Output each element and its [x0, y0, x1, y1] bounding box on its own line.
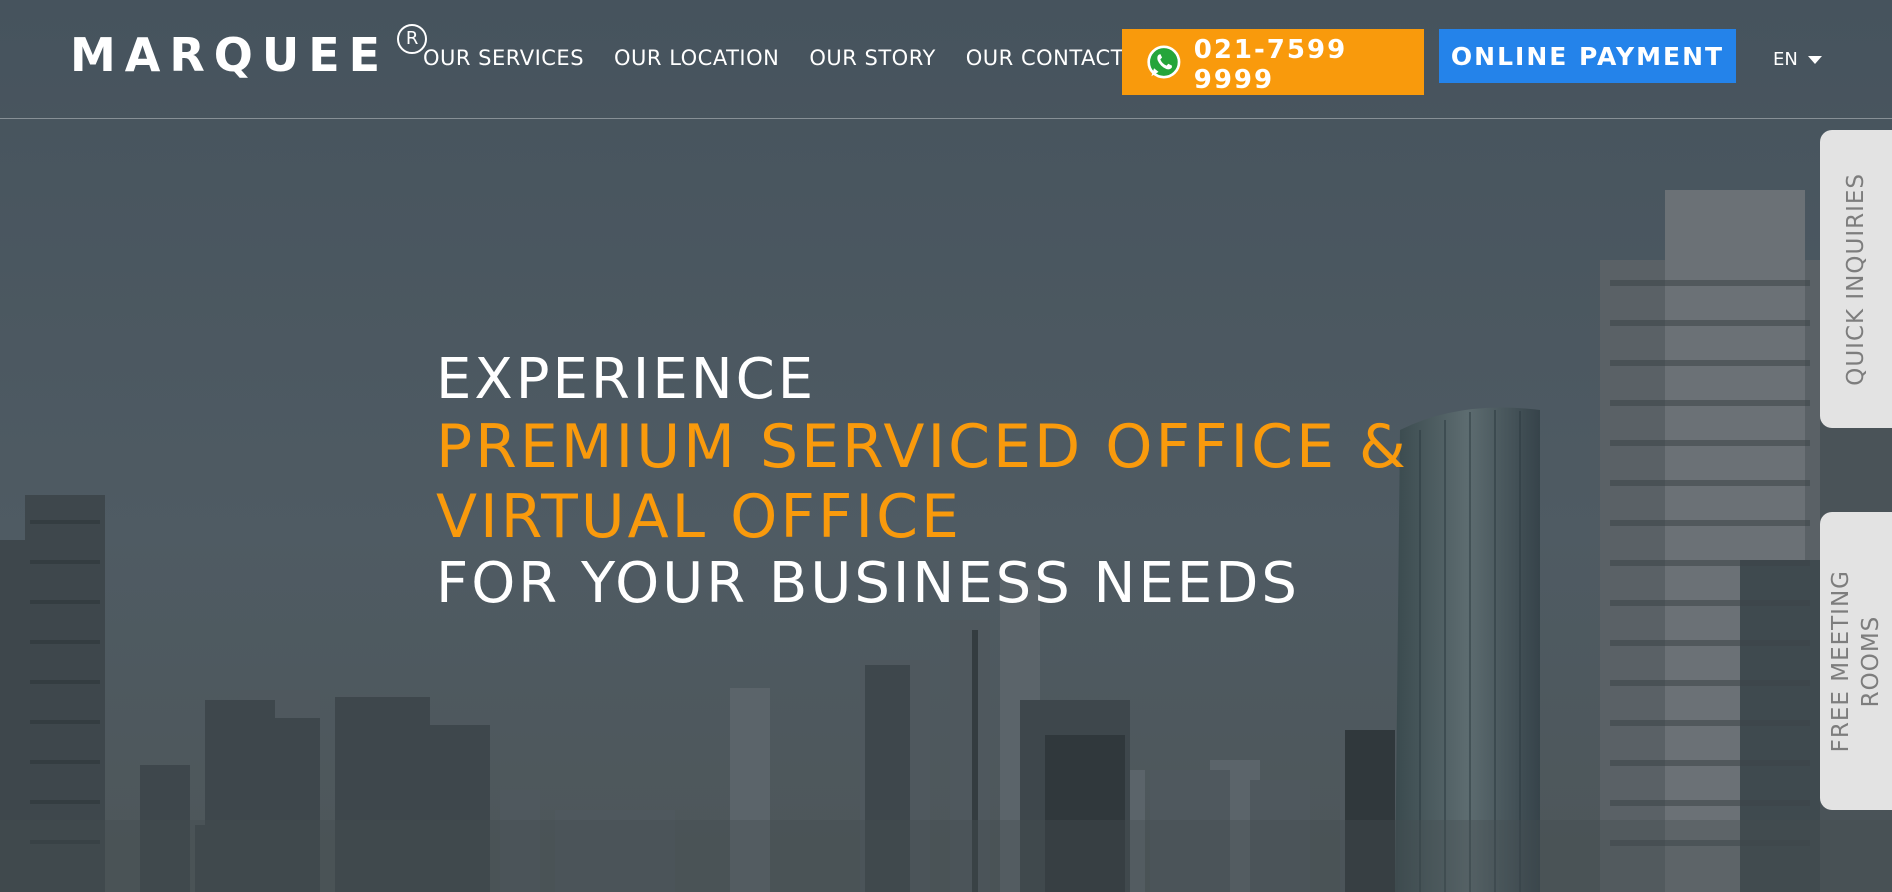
main-nav: Our Services Our Location Our Story Our …	[423, 46, 1154, 70]
hero-highlight-line-1: PREMIUM SERVICED OFFICE &	[436, 412, 1409, 482]
hero-line-business-needs: FOR YOUR BUSINESS NEEDS	[436, 551, 1300, 616]
nav-item-location[interactable]: Our Location	[614, 46, 779, 70]
quick-inquiries-label: Quick Inquiries	[1843, 172, 1869, 386]
free-meeting-rooms-label: Free Meeting Rooms	[1828, 569, 1884, 753]
brand-name: MARQUEE	[70, 28, 390, 82]
hero-headline: EXPERIENCE PREMIUM SERVICED OFFICE & VIR…	[436, 348, 1409, 616]
hero-line-experience: EXPERIENCE	[436, 347, 817, 412]
nav-item-services[interactable]: Our Services	[423, 46, 584, 70]
chevron-down-icon	[1807, 55, 1822, 64]
language-label: EN	[1773, 49, 1798, 70]
brand-logo[interactable]: MARQUEE R	[70, 24, 428, 82]
nav-item-story[interactable]: Our Story	[809, 46, 935, 70]
hero-highlight-line-2: VIRTUAL OFFICE	[436, 482, 962, 552]
language-selector[interactable]: EN	[1773, 49, 1822, 70]
nav-item-contact[interactable]: Our Contact	[966, 46, 1124, 70]
free-meeting-rooms-tab[interactable]: Free Meeting Rooms	[1820, 512, 1892, 810]
phone-number: 021-7599 9999	[1193, 35, 1348, 95]
whatsapp-phone-button[interactable]: 021-7599 9999	[1122, 29, 1424, 95]
site-header: MARQUEE R Our Services Our Location Our …	[0, 0, 1892, 119]
whatsapp-icon	[1147, 45, 1181, 79]
online-payment-button[interactable]: Online Payment	[1439, 29, 1736, 83]
quick-inquiries-tab[interactable]: Quick Inquiries	[1820, 130, 1892, 428]
